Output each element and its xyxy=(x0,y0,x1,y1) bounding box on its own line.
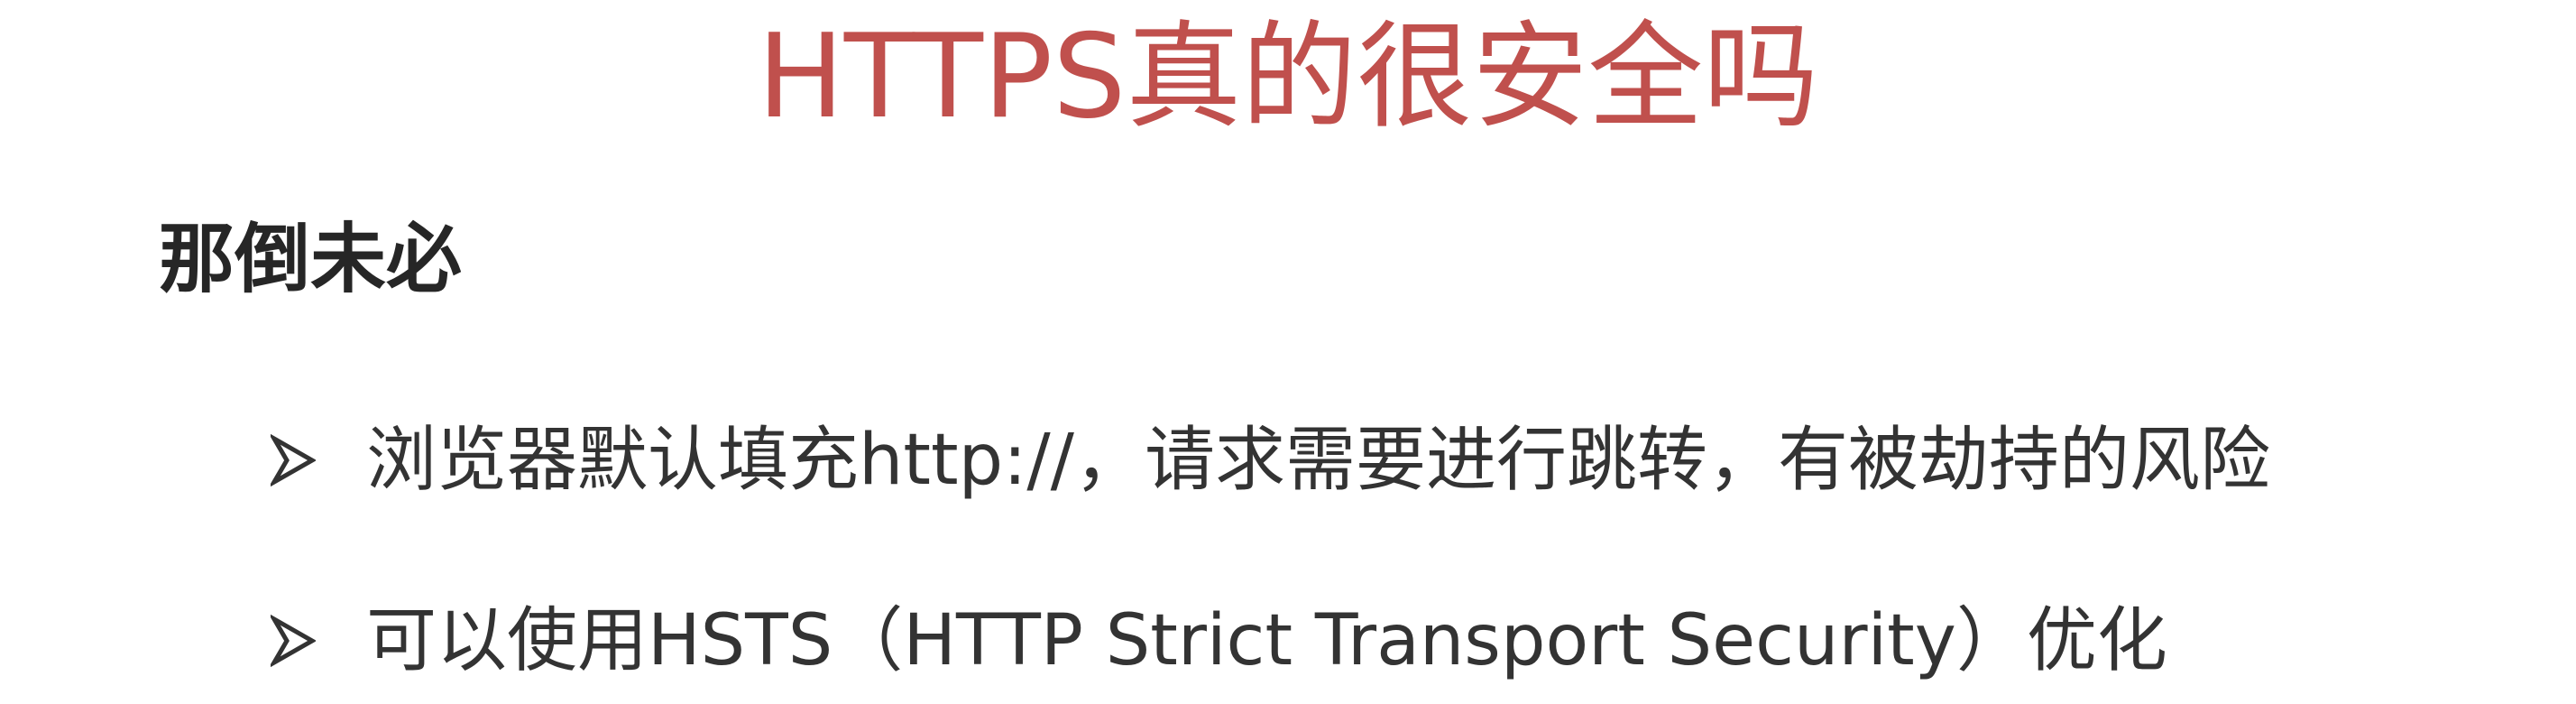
bullet-text: 浏览器默认填充http://，请求需要进行跳转，有被劫持的风险 xyxy=(366,420,2270,501)
slide-subtitle: 那倒未必 xyxy=(159,215,463,303)
arrow-bullet-icon xyxy=(271,614,316,668)
arrow-bullet-icon xyxy=(271,433,316,487)
bullet-text: 可以使用HSTS（HTTP Strict Transport Security）… xyxy=(366,600,2167,681)
slide-title: HTTPS真的很安全吗 xyxy=(757,10,1819,144)
bullet-item: 可以使用HSTS（HTTP Strict Transport Security）… xyxy=(271,596,2167,686)
bullet-item: 浏览器默认填充http://，请求需要进行跳转，有被劫持的风险 xyxy=(271,415,2270,505)
